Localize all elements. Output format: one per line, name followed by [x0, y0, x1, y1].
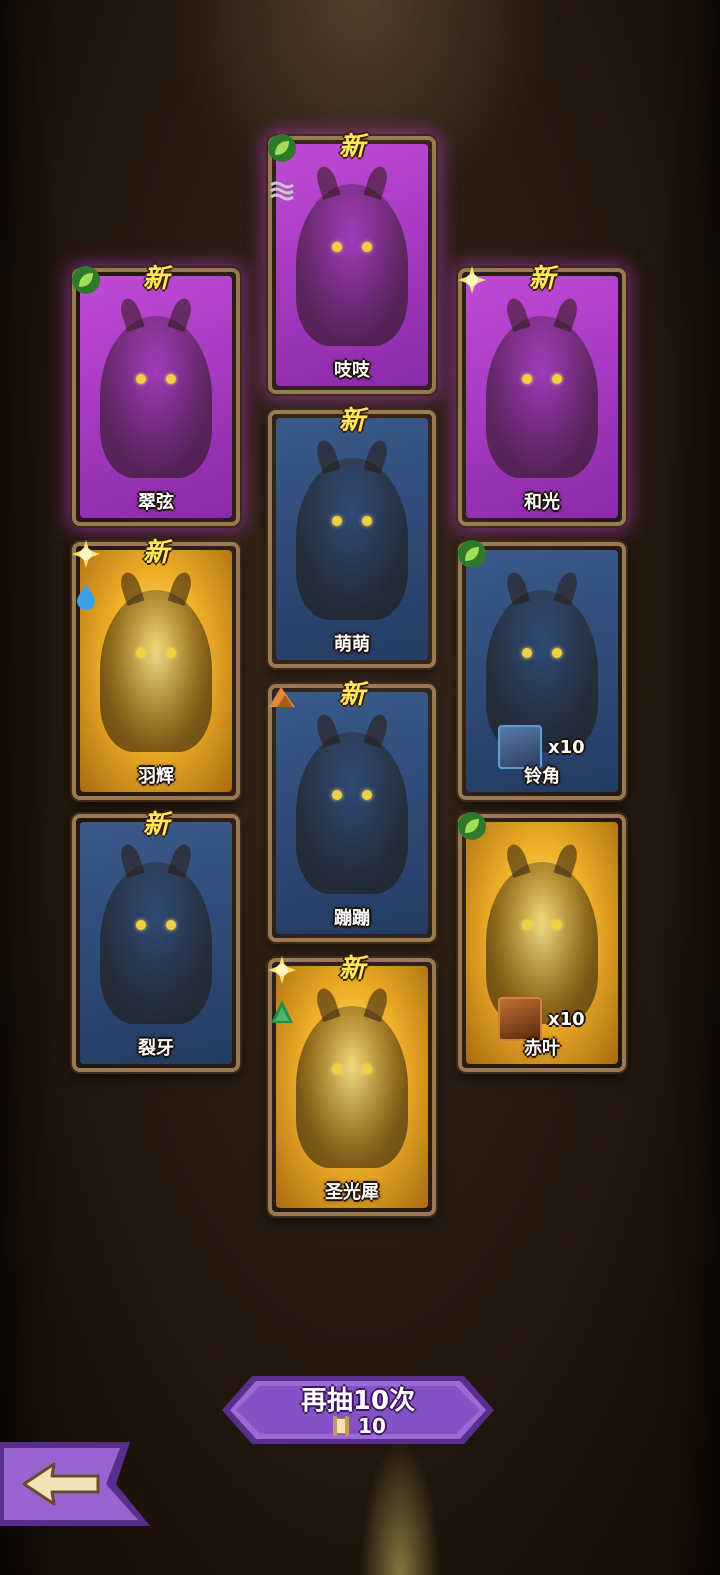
new-badge: 新	[142, 264, 170, 294]
new-badge: 新	[142, 810, 170, 840]
leaf-icon	[266, 132, 298, 164]
hero-name: 裂牙	[138, 1038, 174, 1059]
hero-name: 赤叶	[524, 1038, 560, 1059]
draw-again-button[interactable]: 再抽10次 10	[222, 1372, 494, 1448]
hero-portrait	[466, 276, 618, 518]
hero-card-shengguangxi[interactable]: 新 圣光犀	[266, 954, 436, 1216]
draw-again-label: 再抽10次	[300, 1386, 416, 1416]
duplicate-count: x10	[548, 736, 585, 758]
hero-name: 羽辉	[138, 766, 174, 787]
water-wave-icon	[266, 174, 298, 206]
new-badge: 新	[528, 264, 556, 294]
hero-name: 圣光犀	[325, 1182, 379, 1203]
hero-card-zhizhi[interactable]: 新 吱吱	[266, 132, 436, 394]
back-button[interactable]	[0, 1434, 160, 1534]
new-badge: 新	[142, 538, 170, 568]
duplicate-count: x10	[548, 1008, 585, 1030]
hero-card-bengbeng[interactable]: 新 蹦蹦	[268, 680, 436, 942]
water-drop-icon	[70, 580, 102, 612]
mountain-icon	[266, 680, 298, 712]
background-wall-left	[0, 0, 60, 1575]
background-wall-right	[660, 0, 720, 1575]
tree-icon	[266, 996, 298, 1028]
leaf-icon	[456, 538, 488, 570]
hero-card-lingjiao[interactable]: x10 铃角	[458, 540, 626, 800]
new-badge: 新	[338, 406, 366, 436]
leaf-icon	[456, 810, 488, 842]
scroll-icon	[333, 1416, 350, 1436]
new-badge: 新	[338, 132, 366, 162]
hero-card-cuixian[interactable]: 新 翠弦	[72, 264, 240, 526]
draw-cost: 10	[222, 1414, 494, 1438]
hero-portrait	[276, 966, 428, 1208]
new-badge: 新	[338, 954, 366, 984]
draw-cost-value: 10	[358, 1414, 386, 1438]
hero-name: 铃角	[524, 766, 560, 787]
hero-portrait	[276, 418, 428, 660]
hero-name: 和光	[524, 492, 560, 513]
hero-portrait	[80, 550, 232, 792]
duplicate-indicator: x10	[498, 725, 585, 769]
sun-icon	[456, 264, 488, 296]
hero-portrait	[276, 144, 428, 386]
hero-card-lieya[interactable]: 新 裂牙	[72, 810, 240, 1072]
sun-icon	[266, 954, 298, 986]
new-badge: 新	[338, 680, 366, 710]
hero-name: 吱吱	[334, 360, 370, 381]
hero-card-yuhui[interactable]: 新 羽辉	[70, 538, 240, 800]
hero-name: 翠弦	[138, 492, 174, 513]
hero-portrait	[276, 692, 428, 934]
hero-name: 萌萌	[334, 634, 370, 655]
duplicate-indicator: x10	[498, 997, 585, 1041]
sun-icon	[70, 538, 102, 570]
hero-card-mengmeng[interactable]: 新 萌萌	[268, 406, 436, 668]
leaf-icon	[70, 264, 102, 296]
hero-portrait	[80, 276, 232, 518]
hero-card-chiye[interactable]: x10 赤叶	[458, 812, 626, 1072]
hero-name: 蹦蹦	[334, 908, 370, 929]
hero-portrait	[80, 822, 232, 1064]
floor-light	[360, 1440, 440, 1575]
hero-card-heguang[interactable]: 新 和光	[458, 264, 626, 526]
